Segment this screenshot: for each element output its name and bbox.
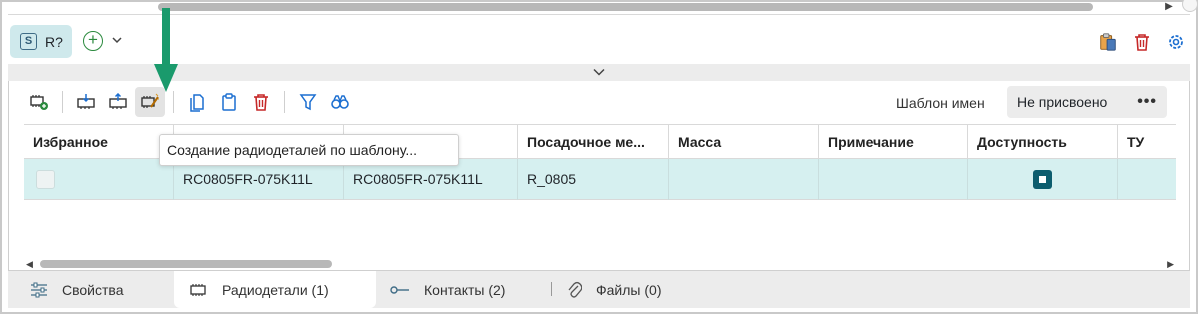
- name-template-value: Не присвоено: [1017, 94, 1108, 110]
- column-header-availability[interactable]: Доступность: [968, 125, 1118, 159]
- table-horizontal-scrollbar[interactable]: ◀ ▶: [24, 257, 1176, 271]
- column-header-note[interactable]: Примечание: [819, 125, 968, 159]
- top-horizontal-scrollbar[interactable]: ▶: [8, 0, 1198, 14]
- copy-icon[interactable]: [182, 87, 212, 117]
- column-header-footprint[interactable]: Посадочное ме...: [518, 125, 669, 159]
- mass-cell: [669, 159, 819, 200]
- filter-icon[interactable]: [293, 87, 323, 117]
- more-options-icon[interactable]: •••: [1137, 93, 1157, 111]
- designator-label: R?: [45, 33, 63, 50]
- tab-label: Контакты (2): [424, 281, 506, 298]
- toolbar-separator: [62, 91, 63, 113]
- export-component-icon[interactable]: [103, 87, 133, 117]
- schematic-badge-icon: S: [20, 33, 37, 50]
- paste-icon[interactable]: [214, 87, 244, 117]
- collapse-toggle[interactable]: [8, 64, 1190, 81]
- annotation-arrow-icon: [154, 8, 178, 92]
- scrollbar-thumb[interactable]: [40, 260, 332, 268]
- tab-contacts[interactable]: Контакты (2): [390, 271, 505, 308]
- scrollbar-thumb[interactable]: [158, 3, 1093, 11]
- scroll-right-arrow-icon[interactable]: ▶: [1162, 0, 1176, 14]
- tab-label: Радиодетали (1): [222, 281, 329, 298]
- favorite-checkbox[interactable]: [36, 170, 55, 189]
- add-component-icon[interactable]: [24, 87, 54, 117]
- gear-icon[interactable]: [1166, 31, 1186, 53]
- tab-properties[interactable]: Свойства: [30, 271, 123, 308]
- column-header-favorite[interactable]: Избранное: [24, 125, 174, 159]
- chevron-down-icon: [593, 68, 605, 76]
- chevron-down-icon[interactable]: [112, 33, 122, 47]
- note-cell: [819, 159, 968, 200]
- components-toolbar: [24, 86, 357, 118]
- clipboard-paste-icon[interactable]: [1098, 31, 1118, 53]
- tu-cell: [1118, 159, 1176, 200]
- paperclip-icon: [568, 281, 582, 298]
- tab-label: Файлы (0): [596, 281, 662, 298]
- name-template-label: Шаблон имен: [896, 95, 985, 111]
- availability-checkbox[interactable]: [1033, 170, 1052, 189]
- toolbar-separator: [284, 91, 285, 113]
- tab-divider: [551, 282, 552, 296]
- footprint-cell: R_0805: [518, 159, 669, 200]
- import-component-icon[interactable]: [71, 87, 101, 117]
- add-button[interactable]: +: [83, 31, 103, 51]
- availability-cell: [968, 159, 1118, 200]
- tab-files[interactable]: Файлы (0): [568, 271, 661, 308]
- designator-chip[interactable]: S R?: [10, 25, 72, 58]
- favorite-cell: [24, 159, 174, 200]
- chip-icon: [190, 283, 206, 296]
- tab-label: Свойства: [62, 281, 124, 298]
- column-header-tu[interactable]: ТУ: [1118, 125, 1176, 159]
- column-header-mass[interactable]: Масса: [669, 125, 819, 159]
- tab-components[interactable]: Радиодетали (1): [174, 271, 376, 308]
- scroll-left-arrow-icon[interactable]: ◀: [26, 257, 33, 271]
- tooltip: Создание радиодеталей по шаблону...: [159, 134, 459, 166]
- divider: [8, 14, 1190, 15]
- name-template-select[interactable]: Не присвоено •••: [1007, 86, 1167, 118]
- scroll-right-arrow-icon[interactable]: ▶: [1167, 257, 1174, 271]
- trash-icon[interactable]: [1132, 31, 1152, 53]
- sliders-icon: [31, 282, 47, 297]
- pin-icon: [390, 285, 409, 294]
- delete-icon[interactable]: [246, 87, 276, 117]
- find-icon[interactable]: [325, 87, 355, 117]
